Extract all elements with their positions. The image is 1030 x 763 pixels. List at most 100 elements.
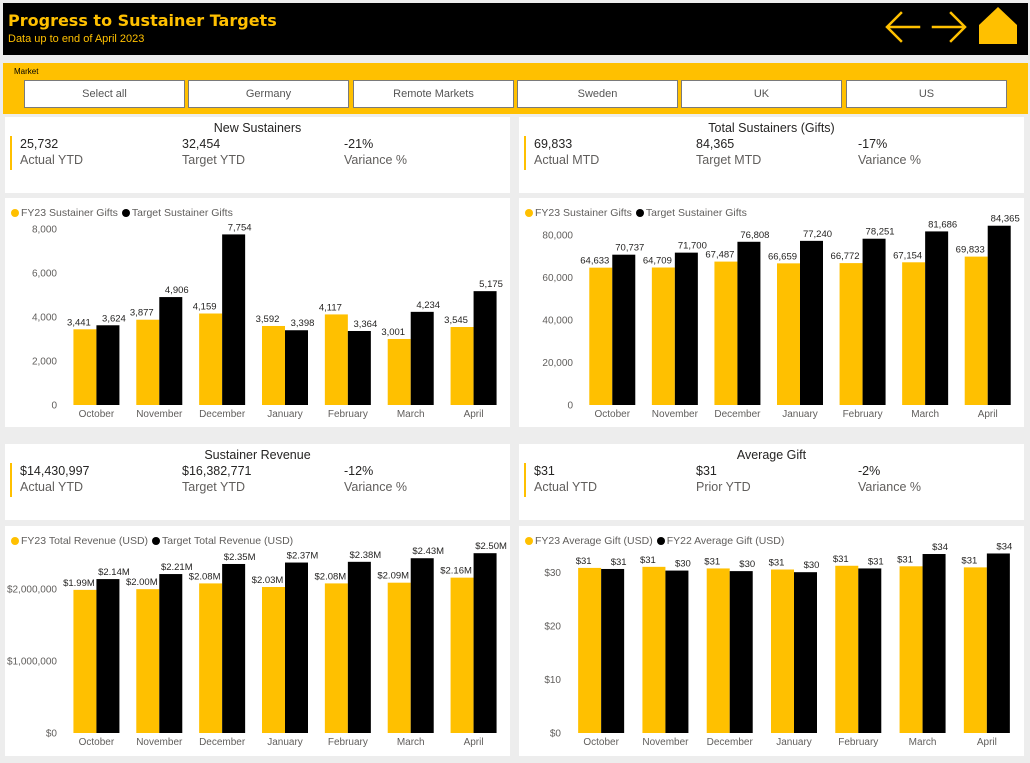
bar-comparison[interactable] [285,330,308,405]
bar-comparison[interactable] [96,325,120,405]
bar-comparison[interactable] [925,231,949,405]
data-label: $2.08M [315,571,347,582]
bar-actual[interactable] [262,586,285,733]
data-label: 66,659 [768,251,797,262]
x-tick-label: January [782,409,818,420]
bar-actual[interactable] [199,583,223,733]
home-button[interactable] [973,3,1023,55]
bar-comparison[interactable] [159,574,183,733]
bar-actual[interactable] [324,583,348,733]
market-slicer: Market Select all Germany Remote Markets… [3,63,1028,114]
forward-button[interactable] [927,3,971,55]
data-label: $2.09M [377,571,409,582]
bar-comparison[interactable] [987,225,1011,405]
bar-actual[interactable] [642,566,666,733]
data-label: $30 [739,559,755,570]
data-label: 3,398 [291,318,315,329]
bar-comparison[interactable] [922,554,946,733]
bar-actual[interactable] [324,314,348,405]
bar-actual[interactable] [902,262,926,405]
kpi-label: Actual YTD [20,480,83,494]
bar-actual[interactable] [964,256,988,405]
data-label: $31 [868,556,884,567]
bar-actual[interactable] [450,327,474,405]
total-sustainers-card: Total Sustainers (Gifts) 69,833 Actual M… [519,117,1024,193]
bar-actual[interactable] [450,577,474,733]
bar-comparison[interactable] [986,553,1010,733]
kpi-value: 69,833 [534,137,573,151]
slicer-option-sweden[interactable]: Sweden [517,80,678,108]
back-button[interactable] [881,3,925,55]
bar-comparison[interactable] [347,561,371,733]
data-label: 3,001 [381,327,405,338]
data-label: 70,737 [615,243,644,254]
bar-actual[interactable] [835,565,859,733]
bar-comparison[interactable] [410,311,434,405]
slicer-option-us[interactable]: US [846,80,1007,108]
bar-actual[interactable] [899,566,923,733]
bar-actual[interactable] [714,261,738,405]
bar-actual[interactable] [589,267,613,405]
bar-comparison[interactable] [347,330,371,405]
bar-actual[interactable] [262,325,285,405]
bar-actual[interactable] [73,589,97,733]
kpi-label: Actual YTD [20,153,83,167]
bar-actual[interactable] [777,263,800,405]
bar-comparison[interactable] [858,568,882,733]
bar-comparison[interactable] [612,254,636,405]
bar-comparison[interactable] [473,553,497,733]
kpi-actual: 69,833 Actual MTD [534,137,599,167]
bar-comparison[interactable] [674,252,698,405]
kpi-label: Variance % [344,480,407,494]
bar-actual[interactable] [387,582,411,733]
x-tick-label: November [642,737,689,748]
y-tick-label: 60,000 [542,273,573,284]
total-sustainers-chart: FY23 Sustainer Gifts Target Sustainer Gif… [519,198,1024,427]
bar-comparison[interactable] [737,241,761,405]
data-label: 71,700 [678,241,707,252]
bar-actual[interactable] [199,313,223,405]
bar-actual[interactable] [387,338,411,405]
kpi-label: Target MTD [696,153,762,167]
x-tick-label: October [79,737,115,748]
bar-comparison[interactable] [862,238,886,405]
slicer-option-select-all[interactable]: Select all [24,80,185,108]
bar-comparison[interactable] [800,240,823,405]
bar-actual[interactable] [578,567,602,733]
bar-comparison[interactable] [410,558,434,733]
slicer-option-germany[interactable]: Germany [188,80,349,108]
slicer-option-remote-markets[interactable]: Remote Markets [353,80,514,108]
bar-actual[interactable] [651,267,675,405]
bar-actual[interactable] [136,589,160,733]
bar-actual[interactable] [706,568,730,733]
slicer-option-uk[interactable]: UK [681,80,842,108]
bar-comparison[interactable] [96,579,120,733]
bar-comparison[interactable] [159,297,183,405]
bar-actual[interactable] [839,263,863,405]
bar-actual[interactable] [771,569,794,733]
bar-comparison[interactable] [285,562,308,733]
kpi-label: Actual YTD [534,480,597,494]
kpi-value: -12% [344,464,374,478]
bar-comparison[interactable] [473,291,497,405]
card-accent-bar [10,463,12,497]
bar-comparison[interactable] [601,568,625,733]
bar-comparison[interactable] [665,570,689,733]
bar-actual[interactable] [963,567,987,733]
bar-actual[interactable] [73,329,97,405]
data-label: 3,364 [353,319,377,330]
data-label: $31 [576,556,592,567]
bar-comparison[interactable] [729,571,753,733]
page-title: Progress to Sustainer Targets [8,11,277,30]
x-tick-label: December [199,409,246,420]
kpi-value: $31 [696,464,717,478]
bar-actual[interactable] [136,319,160,405]
bar-comparison[interactable] [222,563,246,733]
sustainer-gifts-chart: FY23 Sustainer Gifts Target Sustainer Gif… [5,198,510,427]
bar-comparison[interactable] [794,572,817,733]
data-label: $2.37M [287,551,319,562]
chart-svg: 0 2,000 4,000 6,000 8,000 October 3,441 3,624 No… [32,222,503,420]
data-label: 78,251 [866,227,895,238]
kpi-label: Target YTD [182,480,245,494]
bar-comparison[interactable] [222,234,246,405]
